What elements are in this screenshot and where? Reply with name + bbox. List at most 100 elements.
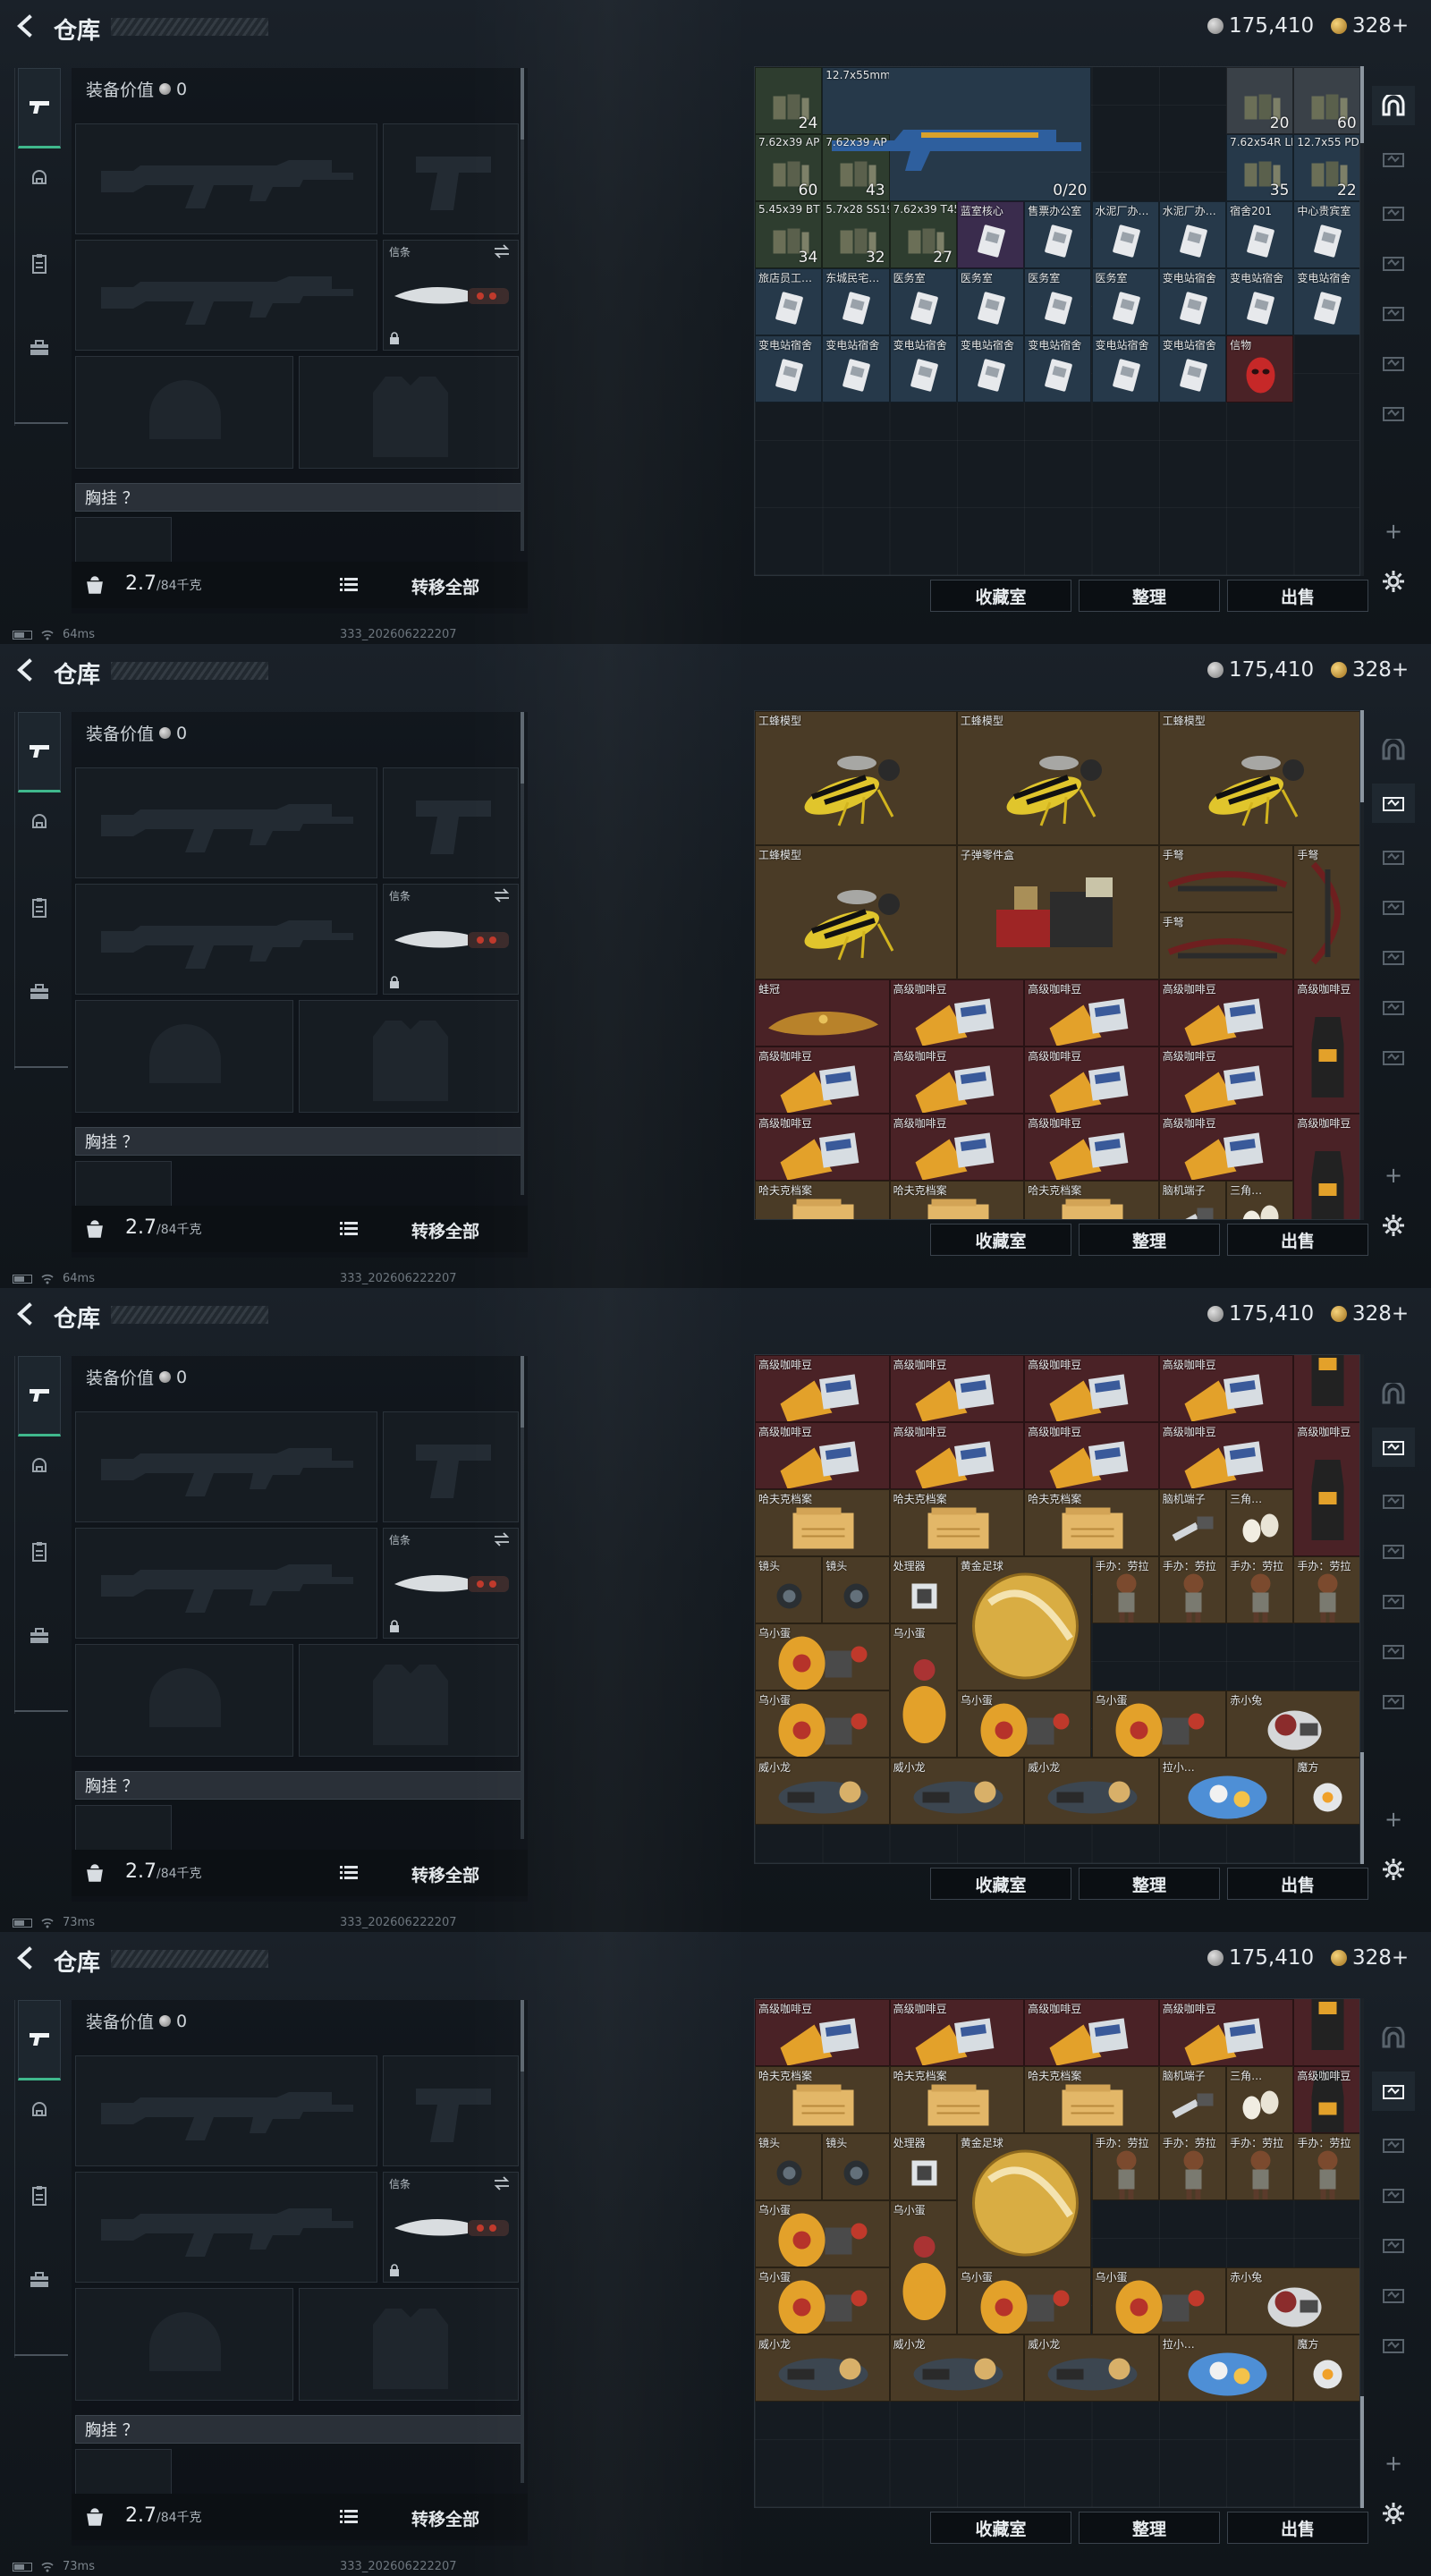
- inventory-scroll-thumb[interactable]: [1360, 66, 1364, 143]
- inventory-item[interactable]: 镜头: [822, 2133, 890, 2200]
- tab-weapons[interactable]: [18, 1356, 61, 1436]
- inventory-item[interactable]: 魔方: [1293, 2334, 1359, 2402]
- rail-storage-2[interactable]: [1372, 1428, 1415, 1467]
- rail-storage-3[interactable]: [1372, 837, 1415, 877]
- inventory-item[interactable]: 手办：劳拉: [1226, 2133, 1294, 2200]
- melee-slot[interactable]: 信条: [383, 1528, 519, 1639]
- rail-storage-2[interactable]: [1372, 784, 1415, 823]
- rail-storage-6[interactable]: [1372, 987, 1415, 1027]
- rail-storage-5[interactable]: [1372, 1581, 1415, 1621]
- primary-weapon-slot[interactable]: [75, 123, 377, 234]
- tab-storage[interactable]: [18, 327, 61, 369]
- gold-currency[interactable]: 328+: [1331, 14, 1409, 38]
- back-arrow-icon[interactable]: [13, 1945, 39, 1971]
- loadout-scrollbar[interactable]: [521, 1356, 524, 1839]
- rail-storage-main[interactable]: [1372, 2018, 1415, 2057]
- inventory-item[interactable]: 高级咖啡豆: [889, 1114, 1025, 1181]
- inventory-item[interactable]: 高级咖啡豆: [1024, 1355, 1159, 1422]
- inventory-item[interactable]: 水泥厂办…: [1158, 201, 1227, 268]
- inventory-item[interactable]: [1293, 1999, 1359, 2066]
- rail-storage-7[interactable]: [1372, 394, 1415, 433]
- back-arrow-icon[interactable]: [13, 657, 39, 683]
- rail-storage-4[interactable]: [1372, 1531, 1415, 1571]
- list-icon[interactable]: [340, 2509, 358, 2523]
- inventory-item[interactable]: 手办：劳拉: [1158, 2133, 1227, 2200]
- inventory-item[interactable]: 工蜂模型: [1158, 711, 1359, 845]
- inventory-item[interactable]: 7.62x39 AP 43: [822, 134, 890, 201]
- helmet-slot[interactable]: [75, 1000, 293, 1113]
- swap-icon[interactable]: [493, 2176, 511, 2190]
- inventory-scrollbar[interactable]: [1360, 1998, 1364, 2508]
- rail-storage-7[interactable]: [1372, 1038, 1415, 1077]
- gold-currency[interactable]: 328+: [1331, 658, 1409, 682]
- melee-slot[interactable]: 信条: [383, 884, 519, 995]
- inventory-item[interactable]: 工蜂模型: [956, 711, 1159, 845]
- armor-slot[interactable]: [299, 356, 519, 469]
- inventory-item[interactable]: 高级咖啡豆: [1158, 1422, 1294, 1489]
- inventory-item[interactable]: 手办：劳拉: [1091, 2133, 1159, 2200]
- list-icon[interactable]: [340, 1221, 358, 1235]
- inventory-item[interactable]: 高级咖啡豆: [1158, 1046, 1294, 1114]
- inventory-item[interactable]: 乌小蛋: [1091, 1690, 1227, 1758]
- inventory-item[interactable]: 高级咖啡豆: [755, 1114, 890, 1181]
- inventory-item[interactable]: 处理器: [889, 1556, 957, 1623]
- chest-rig-header[interactable]: 胸挂 ？: [75, 2415, 522, 2444]
- rail-settings-button[interactable]: [1372, 1850, 1415, 1889]
- inventory-item[interactable]: 高级咖啡豆: [1024, 1114, 1159, 1181]
- inventory-item[interactable]: 高级咖啡豆: [755, 1999, 890, 2066]
- armor-slot[interactable]: [299, 1000, 519, 1113]
- inventory-item[interactable]: 24: [755, 67, 823, 134]
- rail-storage-2[interactable]: [1372, 2072, 1415, 2111]
- secondary-weapon-slot[interactable]: [75, 1528, 377, 1639]
- secondary-weapon-slot[interactable]: [75, 884, 377, 995]
- organize-button[interactable]: 整理: [1079, 1868, 1220, 1900]
- inventory-item[interactable]: 哈夫克档案: [755, 2066, 890, 2133]
- inventory-item[interactable]: 乌小蛋: [889, 2200, 957, 2334]
- inventory-item[interactable]: 高级咖啡豆: [1024, 1422, 1159, 1489]
- organize-button[interactable]: 整理: [1079, 1224, 1220, 1256]
- inventory-item[interactable]: 手弩: [1293, 845, 1359, 979]
- primary-weapon-slot[interactable]: [75, 767, 377, 878]
- sell-button[interactable]: 出售: [1227, 1868, 1368, 1900]
- inventory-item[interactable]: 哈夫克档案: [889, 2066, 1025, 2133]
- rail-storage-5[interactable]: [1372, 2225, 1415, 2265]
- inventory-item[interactable]: 黄金足球: [956, 2133, 1092, 2267]
- inventory-item[interactable]: 脑机端子: [1158, 1489, 1227, 1556]
- inventory-item[interactable]: 东城民宅…: [822, 268, 890, 335]
- inventory-item[interactable]: 高级咖啡豆: [755, 1046, 890, 1114]
- rail-storage-6[interactable]: [1372, 343, 1415, 383]
- list-icon[interactable]: [340, 1865, 358, 1879]
- inventory-item[interactable]: 工蜂模型: [755, 711, 957, 845]
- inventory-item[interactable]: 中心贵宾室: [1293, 201, 1359, 268]
- inventory-item[interactable]: 哈夫克档案: [1024, 1489, 1159, 1556]
- sell-button[interactable]: 出售: [1227, 1224, 1368, 1256]
- inventory-scrollbar[interactable]: [1360, 710, 1364, 1220]
- inventory-item[interactable]: 高级咖啡豆: [1293, 1114, 1359, 1219]
- inventory-item[interactable]: 三角…: [1226, 1181, 1294, 1219]
- inventory-item[interactable]: 脑机端子: [1158, 2066, 1227, 2133]
- tab-tasks[interactable]: [18, 243, 61, 284]
- rail-storage-3[interactable]: [1372, 193, 1415, 233]
- inventory-item[interactable]: 变电站宿舍: [1024, 335, 1092, 402]
- rail-storage-4[interactable]: [1372, 887, 1415, 927]
- inventory-item[interactable]: 拉小…: [1158, 1758, 1294, 1825]
- inventory-item[interactable]: 高级咖啡豆: [889, 979, 1025, 1046]
- inventory-item[interactable]: 乌小蛋: [755, 1623, 890, 1690]
- gold-currency[interactable]: 328+: [1331, 1302, 1409, 1326]
- collection-room-button[interactable]: 收藏室: [930, 2512, 1071, 2544]
- inventory-item[interactable]: 哈夫克档案: [889, 1489, 1025, 1556]
- inventory-item[interactable]: 手办：劳拉: [1293, 1556, 1359, 1623]
- inventory-item[interactable]: 威小龙: [889, 1758, 1025, 1825]
- inventory-item[interactable]: 威小龙: [1024, 1758, 1159, 1825]
- inventory-item[interactable]: 水泥厂办…: [1091, 201, 1159, 268]
- inventory-item[interactable]: 高级咖啡豆: [1293, 2066, 1359, 2133]
- armor-slot[interactable]: [299, 2288, 519, 2401]
- tab-armor[interactable]: [18, 801, 61, 843]
- rail-storage-2[interactable]: [1372, 140, 1415, 179]
- inventory-item[interactable]: 宿舍201: [1226, 201, 1294, 268]
- organize-button[interactable]: 整理: [1079, 580, 1220, 612]
- rail-storage-7[interactable]: [1372, 2326, 1415, 2365]
- inventory-item[interactable]: 工蜂模型: [755, 845, 957, 979]
- collection-room-button[interactable]: 收藏室: [930, 1868, 1071, 1900]
- tab-tasks[interactable]: [18, 1531, 61, 1572]
